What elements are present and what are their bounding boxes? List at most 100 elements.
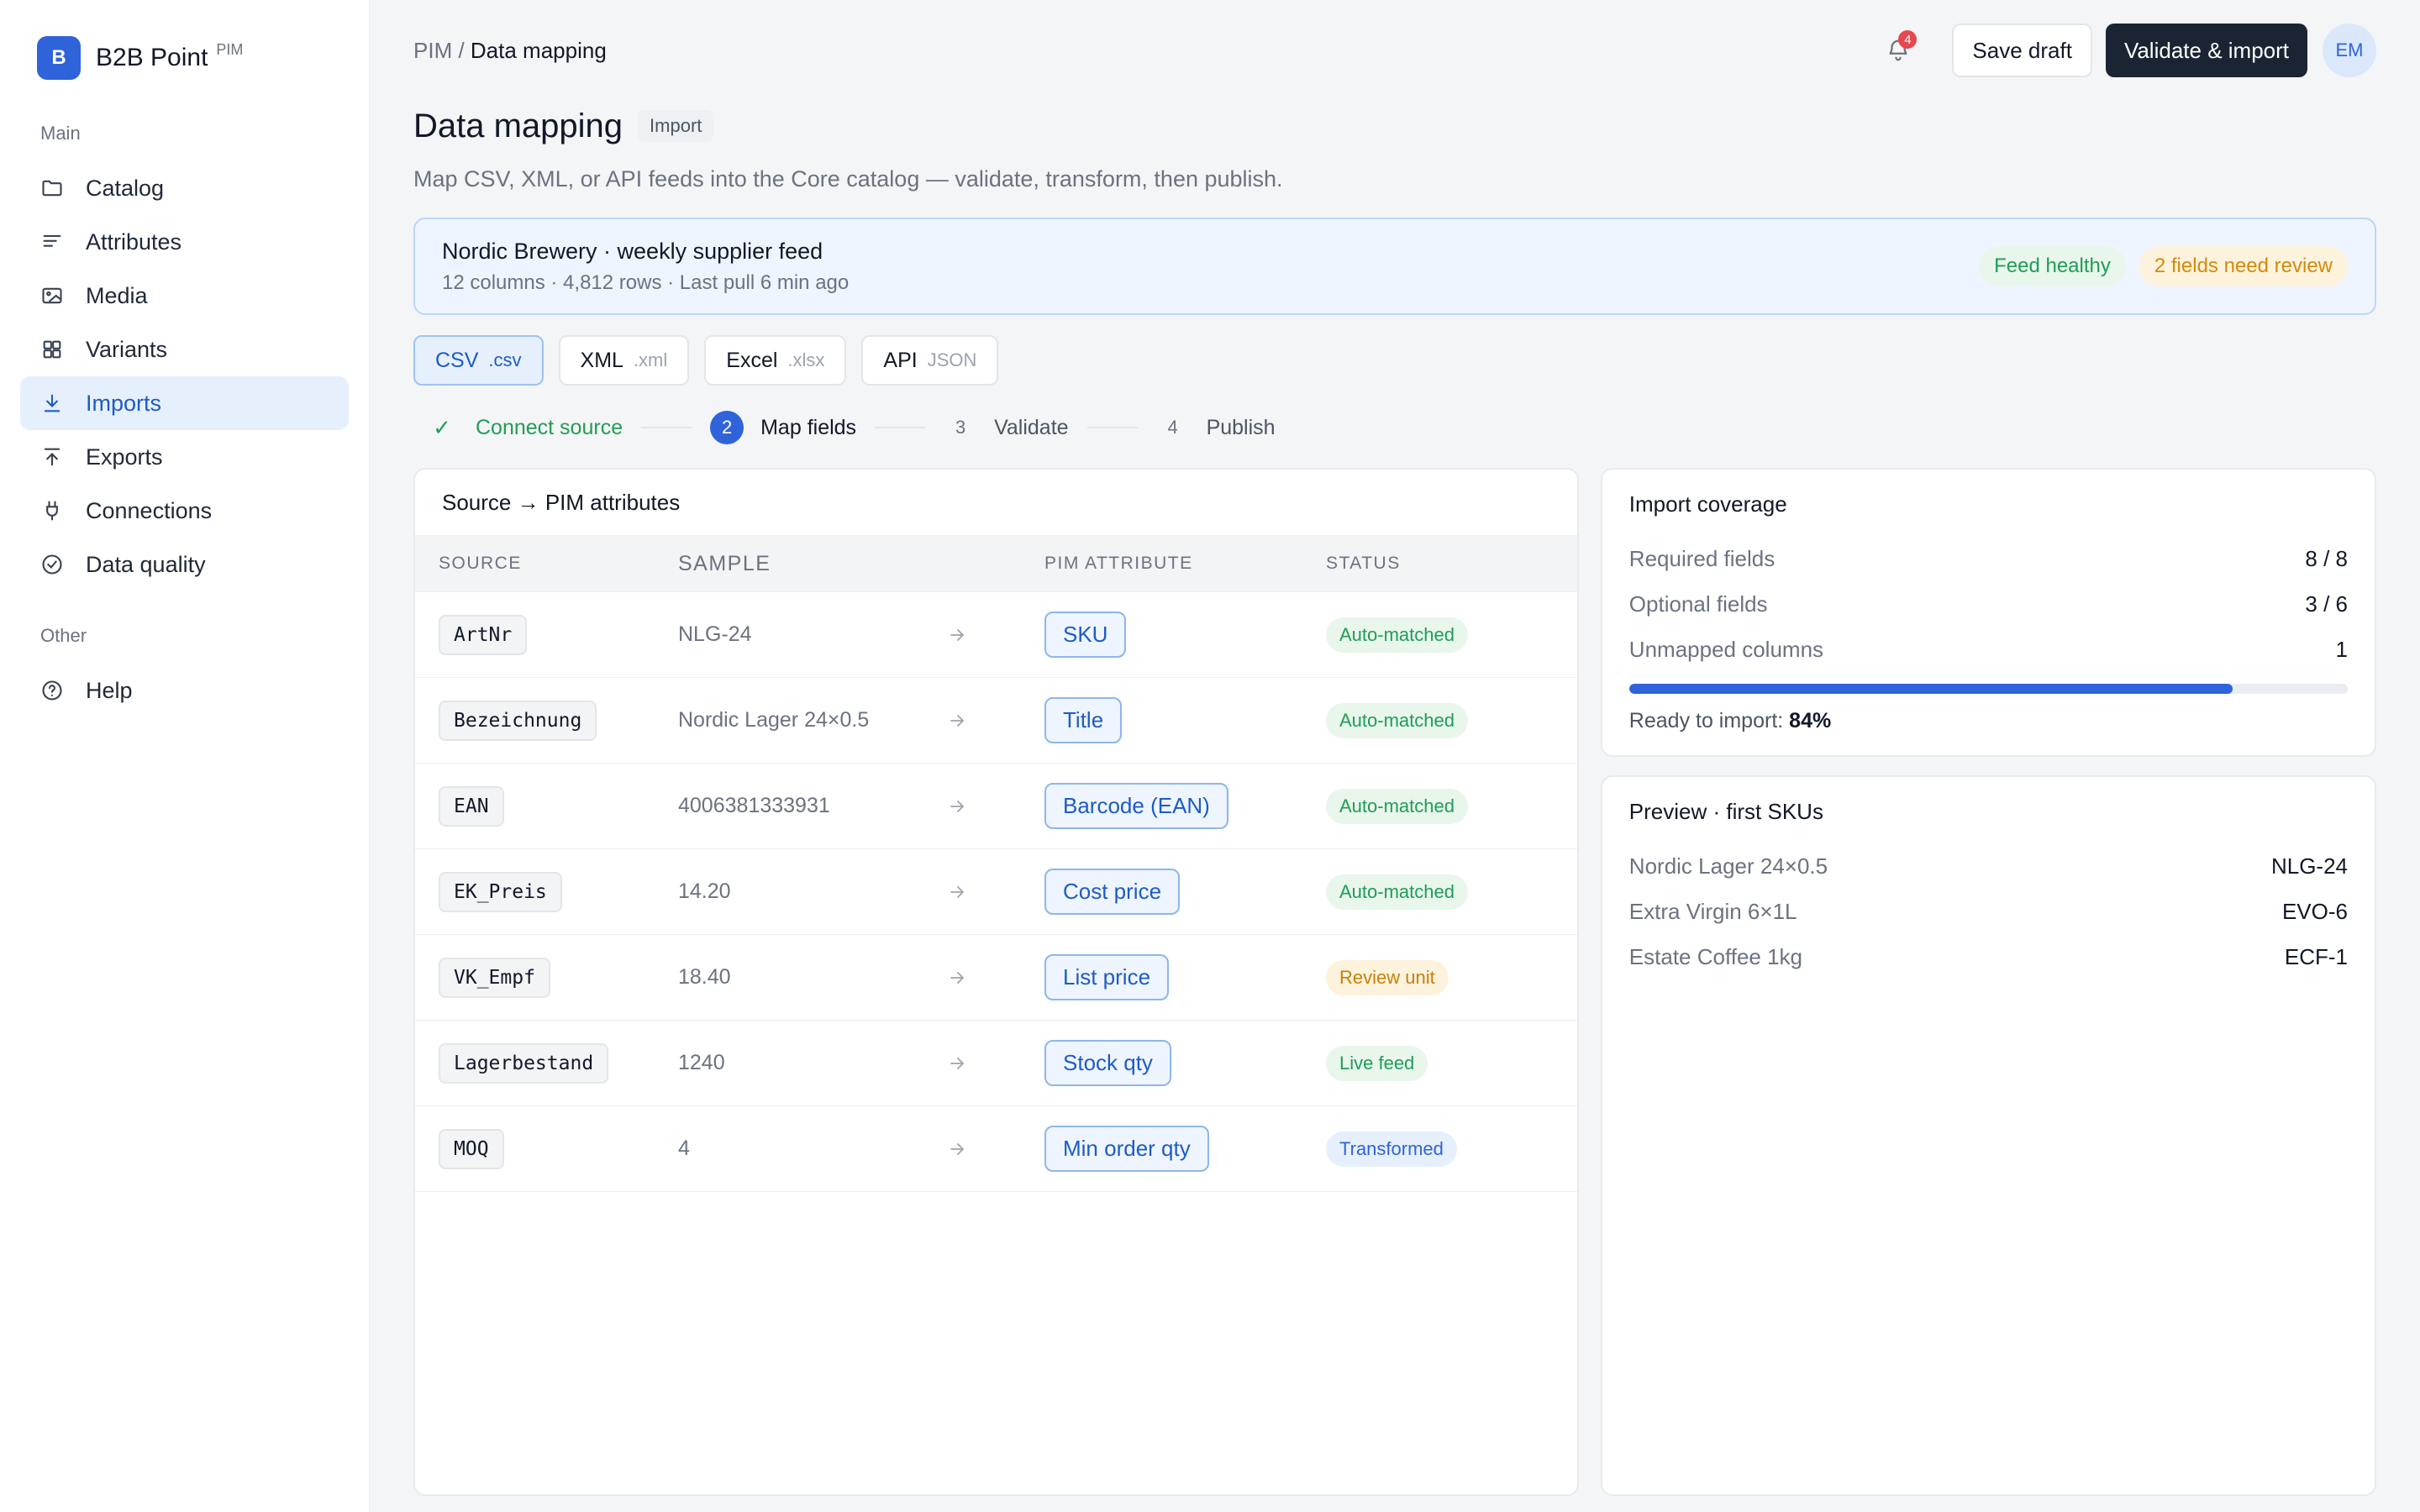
- notification-badge: 4: [1898, 30, 1918, 49]
- ready-to-import: Ready to import: 84%: [1629, 709, 2348, 733]
- sidebar-item-catalog[interactable]: Catalog: [20, 161, 349, 215]
- tab-extension: .xml: [633, 349, 668, 370]
- coverage-row: Unmapped columns 1: [1629, 627, 2348, 672]
- validate-import-button[interactable]: Validate & import: [2105, 24, 2307, 77]
- step-validate[interactable]: 3 Validate: [944, 411, 1069, 444]
- status-badge: Transformed: [1326, 1131, 1457, 1167]
- progress-fill: [1628, 684, 2233, 694]
- table-row: Lagerbestand 1240 Stock qty Live feed: [415, 1021, 1577, 1106]
- coverage-label: Unmapped columns: [1628, 636, 1824, 662]
- sidebar-item-help[interactable]: Help: [20, 664, 349, 717]
- preview-product-name: Estate Coffee 1kg: [1628, 943, 1803, 969]
- source-column: Bezeichnung: [439, 700, 597, 741]
- save-draft-button[interactable]: Save draft: [1952, 24, 2092, 77]
- breadcrumb-separator: /: [452, 37, 471, 63]
- brand-logo: B: [37, 36, 81, 80]
- pim-attribute-select[interactable]: Title: [1044, 697, 1123, 743]
- preview-row: Extra Virgin 6×1L EVO-6: [1629, 889, 2348, 934]
- sample-value: 1240: [678, 1051, 725, 1074]
- tab-label: Excel: [726, 348, 778, 372]
- sidebar-item-imports[interactable]: Imports: [20, 376, 349, 430]
- preview-product-name: Extra Virgin 6×1L: [1628, 898, 1797, 924]
- tab-label: CSV: [435, 348, 479, 372]
- tab-xml[interactable]: XML .xml: [558, 335, 690, 386]
- folder-icon: [40, 176, 64, 200]
- help-icon: [40, 679, 64, 702]
- sidebar-item-label: Attributes: [86, 228, 182, 255]
- page-title: Data mapping: [413, 107, 623, 144]
- notifications-button[interactable]: 4: [1871, 24, 1925, 77]
- pim-attribute-select[interactable]: List price: [1044, 954, 1170, 1000]
- brand-tag: PIM: [216, 40, 244, 58]
- pim-attribute-select[interactable]: Stock qty: [1044, 1040, 1171, 1086]
- sidebar-item-data-quality[interactable]: Data quality: [20, 538, 349, 591]
- sidebar-item-media[interactable]: Media: [20, 269, 349, 323]
- download-icon: [40, 391, 64, 415]
- pim-attribute-select[interactable]: Cost price: [1044, 869, 1181, 915]
- sidebar-item-label: Variants: [86, 336, 168, 362]
- feed-info: Nordic Brewery · weekly supplier feed 12…: [442, 239, 849, 295]
- breadcrumb-current: Data mapping: [470, 37, 607, 63]
- status-badge: Live feed: [1326, 1045, 1428, 1081]
- column-header-sample: SAMPLE: [678, 551, 771, 575]
- tab-label: XML: [580, 348, 623, 372]
- import-progress-bar: [1628, 684, 2348, 694]
- check-icon: ✓: [433, 414, 451, 440]
- column-header-source: SOURCE: [439, 554, 522, 573]
- tab-extension: .xlsx: [787, 349, 825, 370]
- sidebar-item-exports[interactable]: Exports: [20, 430, 349, 484]
- status-badge: Review unit: [1326, 959, 1449, 995]
- step-connector: [641, 427, 692, 428]
- image-icon: [40, 284, 64, 307]
- sidebar-item-label: Data quality: [86, 551, 206, 577]
- coverage-label: Optional fields: [1628, 591, 1768, 617]
- arrow-right-icon: [950, 1142, 965, 1155]
- sidebar-item-variants[interactable]: Variants: [20, 323, 349, 376]
- sidebar-item-label: Exports: [86, 444, 163, 470]
- tab-label: API: [883, 348, 918, 372]
- brand-name: B2B Point: [96, 44, 208, 71]
- table-row: VK_Empf 18.40 List price Review unit: [415, 935, 1577, 1021]
- avatar[interactable]: EM: [2323, 24, 2376, 77]
- preview-row: Estate Coffee 1kg ECF-1: [1629, 934, 2348, 979]
- format-tabs: CSV .csv XML .xml Excel .xlsx API JSON: [413, 335, 2376, 386]
- sidebar-item-attributes[interactable]: Attributes: [20, 215, 349, 269]
- content-area: Source → PIM attributes SOURCE SAMPLE PI…: [413, 468, 2376, 1496]
- preview-product-name: Nordic Lager 24×0.5: [1628, 853, 1828, 879]
- sidebar: B B2B Point PIM Main Catalog Attributes …: [0, 0, 370, 1512]
- table-row: EAN 4006381333931 Barcode (EAN) Auto-mat…: [415, 764, 1577, 849]
- review-fields-badge[interactable]: 2 fields need review: [2139, 246, 2348, 286]
- coverage-title: Import coverage: [1628, 491, 1787, 517]
- upload-icon: [40, 445, 64, 469]
- step-label: Connect source: [476, 415, 623, 439]
- stepper: ✓ Connect source 2 Map fields 3 Validate 4 P…: [413, 406, 2376, 449]
- step-connect-source[interactable]: ✓ Connect source: [425, 411, 623, 444]
- table-row: ArtNr NLG-24 SKU Auto-matched: [415, 592, 1577, 678]
- step-number: 2: [710, 411, 744, 444]
- sidebar-item-connections[interactable]: Connections: [20, 484, 349, 538]
- sample-value: 14.20: [678, 879, 731, 903]
- table-row: Bezeichnung Nordic Lager 24×0.5 Title Au…: [415, 678, 1577, 764]
- pim-attribute-select[interactable]: Min order qty: [1044, 1126, 1209, 1172]
- table-header: SOURCE SAMPLE PIM ATTRIBUTE STATUS: [415, 535, 1577, 592]
- sidebar-item-label: Connections: [86, 497, 213, 523]
- tab-csv[interactable]: CSV .csv: [413, 335, 544, 386]
- coverage-card: Import coverage Required fields 8 / 8 Opt…: [1600, 468, 2376, 757]
- tab-extension: .csv: [488, 349, 522, 370]
- pim-attribute-select[interactable]: SKU: [1044, 612, 1127, 658]
- status-badge: Auto-matched: [1326, 874, 1468, 910]
- pim-attribute-select[interactable]: Barcode (EAN): [1044, 783, 1228, 829]
- source-column: EAN: [439, 785, 504, 827]
- source-column: EK_Preis: [439, 871, 562, 912]
- tab-excel[interactable]: Excel .xlsx: [704, 335, 847, 386]
- plug-icon: [40, 499, 64, 522]
- brand[interactable]: B B2B Point PIM: [37, 36, 349, 80]
- arrow-right-icon: [950, 714, 965, 727]
- breadcrumb-root[interactable]: PIM: [413, 38, 452, 63]
- step-publish[interactable]: 4 Publish: [1156, 411, 1275, 444]
- tab-api[interactable]: API JSON: [861, 335, 999, 386]
- coverage-row: Required fields 8 / 8: [1629, 536, 2348, 581]
- breadcrumb: PIM / Data mapping: [413, 38, 607, 64]
- step-map-fields[interactable]: 2 Map fields: [710, 411, 856, 444]
- preview-sku: EVO-6: [2281, 898, 2348, 924]
